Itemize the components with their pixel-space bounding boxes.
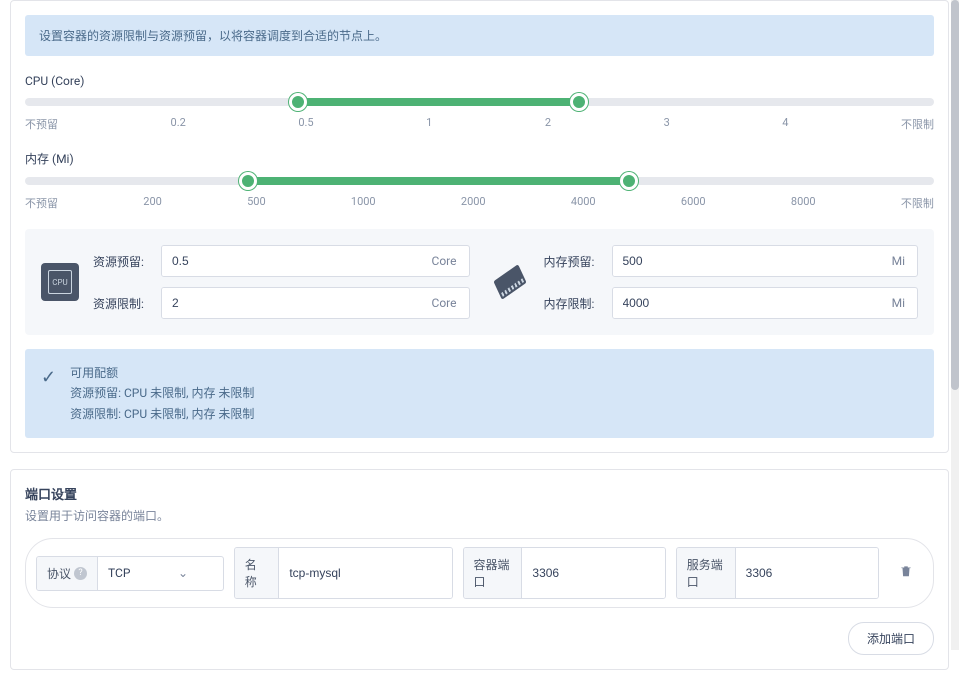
memory-slider-handle-max[interactable] [620, 172, 638, 190]
ports-panel: 端口设置 设置用于访问容器的端口。 协议 ? TCP ⌄ 名称 容器端口 服务端… [10, 469, 949, 670]
resource-info-banner: 设置容器的资源限制与资源预留，以将容器调度到合适的节点上。 [25, 15, 934, 56]
slider-tick: 3 [664, 116, 670, 132]
slider-tick: 4 [782, 116, 788, 132]
quota-title: 可用配额 [70, 363, 254, 383]
delete-port-button[interactable] [889, 558, 923, 588]
memory-slider-ticks: 不预留 200 500 1000 2000 4000 6000 8000 不限制 [25, 195, 934, 211]
name-label: 名称 [235, 548, 280, 598]
memory-slider-section: 内存 (Mi) 不预留 200 500 1000 2000 4000 6000 8000 不限制 [25, 150, 934, 211]
ports-title: 端口设置 [25, 484, 934, 503]
slider-tick: 0.5 [298, 116, 313, 132]
resource-values-box: CPU 资源预留: Core 资源限制: Core [25, 229, 934, 335]
slider-tick: 1 [426, 116, 432, 132]
cpu-label: CPU (Core) [25, 74, 934, 88]
cpu-slider-handle-max[interactable] [570, 93, 588, 111]
protocol-select[interactable]: TCP ⌄ [98, 557, 223, 590]
protocol-value: TCP [98, 558, 178, 588]
slider-tick: 4000 [571, 195, 596, 211]
memory-resource-group: 内存预留: Mi 内存限制: Mi [490, 245, 919, 319]
memory-slider-fill [248, 177, 630, 185]
cpu-reserve-label: 资源预留: [93, 253, 151, 270]
cpu-limit-input[interactable] [162, 288, 420, 318]
service-port-input[interactable] [736, 548, 878, 598]
cpu-slider-ticks: 不预留 0.2 0.5 1 2 3 4 不限制 [25, 116, 934, 132]
memory-limit-label: 内存限制: [544, 295, 602, 312]
memory-label: 内存 (Mi) [25, 150, 934, 167]
memory-slider-track[interactable] [25, 177, 934, 185]
cpu-reserve-unit: Core [420, 246, 469, 276]
service-port-field: 服务端口 [676, 547, 879, 599]
scrollbar[interactable] [951, 0, 959, 650]
quota-reserve-line: 资源预留: CPU 未限制, 内存 未限制 [70, 383, 254, 403]
slider-tick: 0.2 [171, 116, 186, 132]
check-icon: ✓ [41, 367, 56, 388]
protocol-label: 协议 [47, 565, 71, 582]
resource-panel: 设置容器的资源限制与资源预留，以将容器调度到合适的节点上。 CPU (Core)… [10, 0, 949, 453]
memory-limit-unit: Mi [880, 288, 917, 318]
slider-tick: 500 [247, 195, 266, 211]
memory-icon [490, 262, 530, 302]
port-row: 协议 ? TCP ⌄ 名称 容器端口 服务端口 [25, 538, 934, 608]
scrollbar-thumb[interactable] [951, 0, 959, 390]
cpu-limit-label: 资源限制: [93, 295, 151, 312]
slider-tick: 2000 [461, 195, 486, 211]
cpu-slider-fill [298, 98, 580, 106]
port-name-input[interactable] [279, 548, 451, 598]
container-port-input[interactable] [522, 548, 664, 598]
ports-desc: 设置用于访问容器的端口。 [25, 507, 934, 524]
slider-tick: 8000 [791, 195, 816, 211]
chevron-down-icon: ⌄ [178, 566, 188, 580]
memory-reserve-unit: Mi [880, 246, 917, 276]
name-field: 名称 [234, 547, 453, 599]
add-port-button[interactable]: 添加端口 [848, 622, 934, 655]
slider-tick: 不预留 [25, 116, 58, 132]
protocol-field: 协议 ? TCP ⌄ [36, 556, 224, 591]
memory-slider-handle-min[interactable] [239, 172, 257, 190]
slider-tick: 1000 [351, 195, 376, 211]
cpu-slider-track[interactable] [25, 98, 934, 106]
slider-tick: 不限制 [901, 116, 934, 132]
cpu-limit-unit: Core [420, 288, 469, 318]
container-port-field: 容器端口 [463, 547, 666, 599]
quota-banner: ✓ 可用配额 资源预留: CPU 未限制, 内存 未限制 资源限制: CPU 未… [25, 349, 934, 438]
memory-limit-input[interactable] [613, 288, 880, 318]
slider-tick: 6000 [681, 195, 706, 211]
memory-reserve-label: 内存预留: [544, 253, 602, 270]
cpu-resource-group: CPU 资源预留: Core 资源限制: Core [41, 245, 470, 319]
container-port-label: 容器端口 [464, 548, 523, 598]
cpu-slider-handle-min[interactable] [289, 93, 307, 111]
memory-reserve-input[interactable] [613, 246, 880, 276]
trash-icon [899, 564, 913, 578]
help-icon[interactable]: ? [74, 567, 87, 580]
quota-limit-line: 资源限制: CPU 未限制, 内存 未限制 [70, 404, 254, 424]
service-port-label: 服务端口 [677, 548, 736, 598]
slider-tick: 不限制 [901, 195, 934, 211]
slider-tick: 200 [143, 195, 162, 211]
slider-tick: 不预留 [25, 195, 58, 211]
slider-tick: 2 [545, 116, 551, 132]
cpu-icon: CPU [41, 263, 79, 301]
cpu-reserve-input[interactable] [162, 246, 420, 276]
cpu-slider-section: CPU (Core) 不预留 0.2 0.5 1 2 3 4 不限制 [25, 74, 934, 132]
